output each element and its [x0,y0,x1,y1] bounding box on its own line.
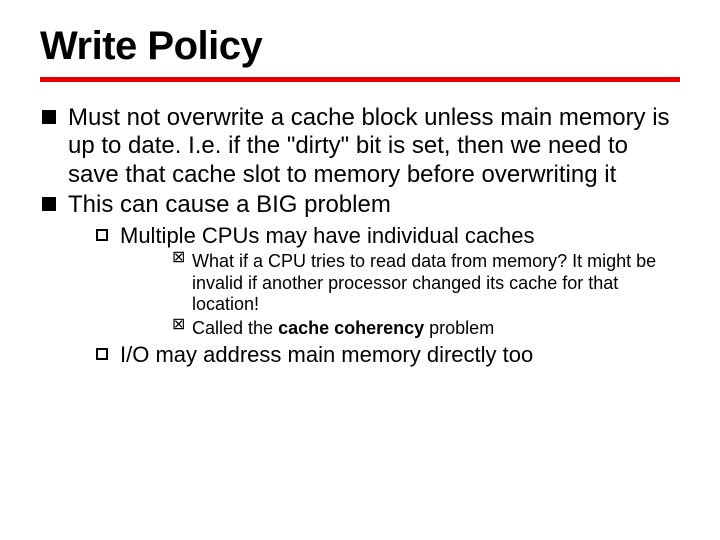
bullet-text: Multiple CPUs may have individual caches [120,223,535,248]
bullet-text: What if a CPU tries to read data from me… [192,251,656,314]
bullet-level3: Called the cache coherency problem [120,318,680,340]
bullet-level2: Multiple CPUs may have individual caches… [68,223,680,339]
bullet-level2: I/O may address main memory directly too [68,342,680,368]
slide-title: Write Policy [40,24,680,69]
bullet-text: Called the [192,318,278,338]
slide: Write Policy Must not overwrite a cache … [0,0,720,540]
bold-term: cache coherency [278,318,424,338]
bullet-level3: What if a CPU tries to read data from me… [120,251,680,316]
bullet-text: This can cause a BIG problem [68,191,391,218]
bullet-level1: Must not overwrite a cache block unless … [40,104,680,189]
bullet-text: Must not overwrite a cache block unless … [68,104,670,188]
bullet-text: I/O may address main memory directly too [120,342,533,367]
bullet-level1: This can cause a BIG problem Multiple CP… [40,191,680,368]
title-underline [40,77,680,82]
slide-body: Must not overwrite a cache block unless … [40,104,680,368]
bullet-text: problem [424,318,494,338]
